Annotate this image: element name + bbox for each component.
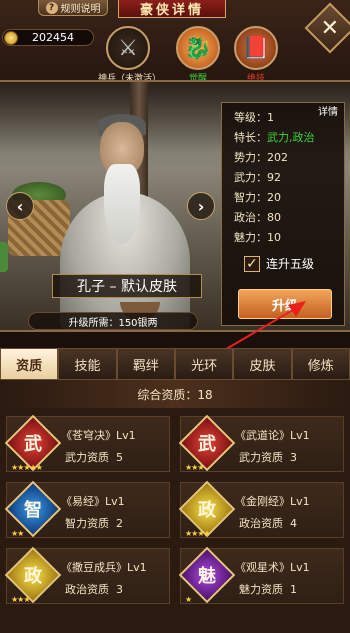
stat-trait: 特长：武力,政治 bbox=[234, 131, 315, 144]
aptitude-card-attr: 政治资质 3 bbox=[65, 583, 123, 596]
next-hero-button[interactable]: › bbox=[187, 192, 215, 220]
close-icon: ✕ bbox=[320, 15, 340, 41]
aptitude-panel: 综合资质：18 武 ★★★★★ 《苍穹决》Lv1 武力资质 5 武 ★★★ 《武… bbox=[0, 380, 350, 633]
aptitude-card[interactable]: 政 ★★★ 《撒豆成兵》Lv1 政治资质 3 bbox=[4, 546, 170, 604]
chevron-right-icon: › bbox=[197, 196, 205, 216]
prev-hero-button[interactable]: ‹ bbox=[6, 192, 34, 220]
aptitude-card[interactable]: 武 ★★★ 《武道论》Lv1 武力资质 3 bbox=[178, 414, 344, 472]
auto-upgrade-label: 连升五级 bbox=[266, 257, 315, 271]
aptitude-card[interactable]: 武 ★★★★★ 《苍穹决》Lv1 武力资质 5 bbox=[4, 414, 170, 472]
stat-charm: 魅力：10 bbox=[234, 231, 281, 244]
aptitude-card-attr: 武力资质 3 bbox=[239, 451, 297, 464]
skin-name: 孔子 – 默认皮肤 bbox=[52, 274, 202, 298]
stat-intellect: 智力：20 bbox=[234, 191, 281, 204]
skill-book-icon: 📕 bbox=[234, 26, 278, 70]
tab-skills[interactable]: 技能 bbox=[58, 348, 117, 380]
tab-training[interactable]: 修炼 bbox=[291, 348, 350, 380]
question-icon: ? bbox=[45, 1, 58, 14]
chevron-left-icon: ‹ bbox=[16, 196, 24, 216]
aptitude-card-attr: 魅力资质 1 bbox=[239, 583, 297, 596]
rules-label: 规则说明 bbox=[60, 4, 101, 15]
auto-upgrade-toggle[interactable]: ✓ 连升五级 bbox=[244, 255, 314, 272]
side-tab[interactable] bbox=[0, 242, 8, 272]
upgrade-cost: 升级所需：150银两 bbox=[28, 312, 198, 330]
star-rating: ★★★ bbox=[185, 463, 204, 472]
coin-icon bbox=[4, 30, 18, 45]
detail-button[interactable]: 详情 bbox=[318, 103, 338, 118]
aptitude-card-name: 《金刚经》Lv1 bbox=[235, 495, 310, 508]
tab-skins[interactable]: 皮肤 bbox=[233, 348, 292, 380]
aptitude-card-name: 《苍穹决》Lv1 bbox=[61, 429, 136, 442]
rules-button[interactable]: ? 规则说明 bbox=[38, 0, 108, 16]
aptitude-card-attr: 武力资质 5 bbox=[65, 451, 123, 464]
aptitude-card-name: 《易经》Lv1 bbox=[61, 495, 125, 508]
hero-beard bbox=[104, 164, 140, 244]
stats-panel: 详情 等级：1 特长：武力,政治 势力：202 武力：92 智力：20 政治：8… bbox=[221, 102, 345, 326]
stat-force: 武力：92 bbox=[234, 171, 281, 184]
aptitude-card[interactable]: 魅 ★ 《观星术》Lv1 魅力资质 1 bbox=[178, 546, 344, 604]
weapon-slot[interactable]: ⚔ 神兵（未激活） bbox=[98, 26, 161, 84]
stat-politics: 政治：80 bbox=[234, 211, 281, 224]
tab-aura[interactable]: 光环 bbox=[174, 348, 234, 380]
top-bar: ? 规则说明 豪侠详情 202454 ⚔ 神兵（未激活） 🐉 觉醒 📕 绝技 bbox=[0, 0, 350, 90]
awaken-slot[interactable]: 🐉 觉醒 bbox=[168, 26, 228, 84]
aptitude-card-name: 《撒豆成兵》Lv1 bbox=[61, 561, 147, 574]
star-rating: ★ bbox=[185, 595, 192, 604]
star-rating: ★★★★★ bbox=[11, 463, 43, 472]
star-rating: ★★★★ bbox=[185, 529, 211, 538]
tab-aptitude[interactable]: 资质 bbox=[0, 348, 59, 380]
aptitude-card-attr: 政治资质 4 bbox=[239, 517, 297, 530]
detail-tabs: 资质 技能 羁绊 光环 皮肤 修炼 bbox=[0, 348, 350, 380]
star-rating: ★★★ bbox=[11, 595, 30, 604]
aptitude-total: 综合资质：18 bbox=[0, 380, 350, 408]
currency-bar: 202454 bbox=[2, 29, 94, 46]
ultimate-skill-slot[interactable]: 📕 绝技 bbox=[226, 26, 286, 84]
awaken-dragon-icon: 🐉 bbox=[176, 26, 220, 70]
star-rating: ★★ bbox=[11, 529, 24, 538]
page-title: 豪侠详情 bbox=[118, 0, 226, 18]
stat-power: 势力：202 bbox=[234, 151, 288, 164]
aptitude-card-name: 《观星术》Lv1 bbox=[235, 561, 310, 574]
aptitude-card[interactable]: 智 ★★ 《易经》Lv1 智力资质 2 bbox=[4, 480, 170, 538]
sword-icon: ⚔ bbox=[106, 26, 150, 70]
upgrade-button[interactable]: 升级 bbox=[238, 289, 332, 319]
aptitude-card-attr: 智力资质 2 bbox=[65, 517, 123, 530]
checkbox-checked-icon[interactable]: ✓ bbox=[244, 255, 260, 272]
aptitude-card-name: 《武道论》Lv1 bbox=[235, 429, 310, 442]
stat-level: 等级：1 bbox=[234, 111, 274, 124]
aptitude-card[interactable]: 政 ★★★★ 《金刚经》Lv1 政治资质 4 bbox=[178, 480, 344, 538]
currency-amount: 202454 bbox=[32, 31, 74, 44]
tab-bonds[interactable]: 羁绊 bbox=[116, 348, 175, 380]
